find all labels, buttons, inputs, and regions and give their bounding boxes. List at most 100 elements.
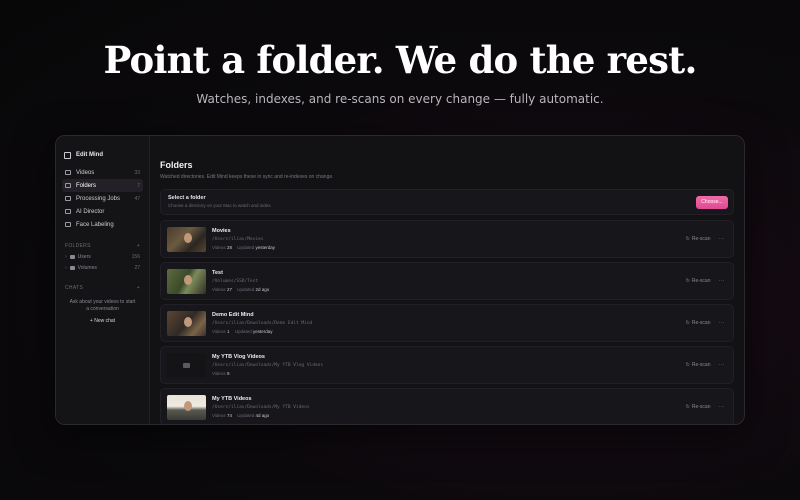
sidebar-item-processing-jobs[interactable]: Processing Jobs 47 bbox=[62, 192, 143, 205]
videos-label: Videos bbox=[212, 329, 226, 334]
updated-value: yesterday bbox=[253, 329, 273, 334]
brand[interactable]: Edit Mind bbox=[62, 148, 143, 162]
folder-row[interactable]: My YTB Vlog Videos/Users/ilias/Downloads… bbox=[160, 346, 734, 384]
select-folder-card: Select a folder Choose a directory on yo… bbox=[160, 189, 734, 215]
more-options-button[interactable]: ··· bbox=[719, 236, 726, 242]
sidebar-item-label: Processing Jobs bbox=[76, 195, 121, 202]
sidebar-item-label: Folders bbox=[76, 182, 97, 189]
more-options-button[interactable]: ··· bbox=[719, 404, 726, 410]
updated-value: yesterday bbox=[255, 245, 276, 250]
sidebar-item-videos[interactable]: Videos 33 bbox=[62, 166, 143, 179]
updated-label: Updated bbox=[234, 329, 252, 334]
videos-label: Videos bbox=[212, 413, 226, 418]
thumbnail-figure bbox=[184, 274, 192, 285]
folder-info: Movies/Users/ilias/Movies Videos 28 Updat… bbox=[212, 228, 727, 250]
sidebar-item-label: Face Labeling bbox=[76, 221, 114, 228]
folder-path: /Users/ilias/Downloads/My YTB Videos bbox=[212, 405, 310, 410]
folder-thumbnail bbox=[167, 226, 206, 252]
rescan-label: Re-scan bbox=[691, 404, 711, 410]
folders-section-header: FOLDERS + bbox=[62, 241, 143, 251]
updated-value: 4d ago bbox=[255, 413, 270, 418]
rescan-label: Re-scan bbox=[691, 278, 711, 284]
more-options-button[interactable]: ··· bbox=[719, 320, 726, 326]
folder-path: /Volumes/SSD/Test bbox=[212, 279, 259, 284]
videos-count: 28 bbox=[226, 245, 232, 250]
chats-section-header: CHATS + bbox=[62, 283, 143, 293]
sidebar-item-count: 7 bbox=[137, 182, 140, 189]
folder-meta: Videos 28 Updated yesterday bbox=[212, 245, 727, 250]
more-options-button[interactable]: ··· bbox=[719, 278, 726, 284]
page-description: Watched directories. Edit Mind keeps the… bbox=[160, 174, 334, 180]
refresh-icon: ↻ bbox=[685, 278, 690, 284]
face-icon bbox=[65, 222, 71, 227]
chevron-right-icon[interactable]: › bbox=[65, 254, 67, 260]
hero-title: Point a folder. We do the rest. bbox=[103, 38, 697, 82]
folder-tree-label: Volumes bbox=[77, 264, 97, 271]
folder-tree-item[interactable]: › Users 156 bbox=[62, 251, 143, 262]
sparkle-icon bbox=[65, 209, 71, 214]
video-icon bbox=[65, 170, 71, 175]
folder-icon bbox=[69, 265, 75, 270]
rescan-label: Re-scan bbox=[691, 320, 711, 326]
chevron-right-icon[interactable]: › bbox=[65, 265, 67, 271]
sidebar-item-ai-director[interactable]: AI Director bbox=[62, 205, 143, 218]
new-chat-button[interactable]: + New chat bbox=[62, 318, 143, 324]
folder-path: /Users/ilias/Downloads/My YTB Vlog Video… bbox=[212, 363, 324, 368]
videos-label: Videos bbox=[212, 287, 226, 292]
main-content: Folders Watched directories. Edit Mind k… bbox=[150, 136, 744, 424]
add-chat-button[interactable]: + bbox=[137, 285, 140, 291]
rescan-label: Re-scan bbox=[691, 362, 711, 368]
rescan-button[interactable]: ↻ Re-scan bbox=[686, 362, 711, 368]
folder-info: Test/Volumes/SSD/Test Videos 27 Updated 2… bbox=[212, 270, 727, 292]
folder-meta: Videos 27 Updated 2d ago bbox=[212, 287, 727, 292]
folder-row[interactable]: Demo Edit Mind/Users/ilias/Downloads/Dem… bbox=[160, 304, 734, 342]
refresh-icon: ↻ bbox=[685, 404, 690, 410]
folder-name: Demo Edit Mind bbox=[212, 312, 254, 318]
folder-thumbnail bbox=[167, 394, 206, 420]
select-folder-description: Choose a directory on your Mac to watch … bbox=[168, 203, 272, 208]
sidebar-item-label: Videos bbox=[76, 169, 95, 176]
folder-icon bbox=[69, 254, 75, 259]
app-logo-icon bbox=[64, 151, 71, 159]
folder-icon bbox=[65, 183, 71, 188]
folder-thumbnail bbox=[167, 352, 206, 378]
select-folder-title: Select a folder bbox=[168, 195, 206, 201]
folder-path: /Users/ilias/Movies bbox=[212, 237, 264, 242]
chats-section-label: CHATS bbox=[65, 285, 84, 291]
sidebar-item-count: 47 bbox=[134, 195, 140, 202]
add-folder-button[interactable]: + bbox=[137, 243, 140, 249]
folder-thumbnail bbox=[167, 268, 206, 294]
folder-tree: › Users 156 › Volumes 27 bbox=[62, 251, 143, 273]
videos-label: Videos bbox=[212, 371, 226, 376]
folder-path: /Users/ilias/Downloads/Demo Edit Mind bbox=[212, 321, 313, 326]
updated-label: Updated bbox=[237, 245, 255, 250]
sidebar-item-count: 33 bbox=[134, 169, 140, 176]
sidebar-item-face-labeling[interactable]: Face Labeling bbox=[62, 218, 143, 231]
folder-row[interactable]: My YTB Videos/Users/ilias/Downloads/My Y… bbox=[160, 388, 734, 424]
folder-name: My YTB Vlog Videos bbox=[212, 354, 265, 360]
row-actions: ↻ Re-scan ··· bbox=[686, 278, 725, 284]
folder-tree-count: 27 bbox=[134, 264, 140, 271]
folder-row[interactable]: Test/Volumes/SSD/Test Videos 27 Updated 2… bbox=[160, 262, 734, 300]
rescan-button[interactable]: ↻ Re-scan bbox=[686, 278, 711, 284]
thumbnail-figure bbox=[184, 232, 192, 243]
folder-name: Movies bbox=[212, 228, 231, 234]
row-actions: ↻ Re-scan ··· bbox=[686, 236, 725, 242]
rescan-button[interactable]: ↻ Re-scan bbox=[686, 320, 711, 326]
sidebar-item-folders[interactable]: Folders 7 bbox=[62, 179, 143, 192]
rescan-label: Re-scan bbox=[691, 236, 711, 242]
sidebar-item-label: AI Director bbox=[76, 208, 105, 215]
updated-value: 2d ago bbox=[255, 287, 270, 292]
thumbnail-figure bbox=[184, 316, 192, 327]
folder-info: My YTB Vlog Videos/Users/ilias/Downloads… bbox=[212, 354, 727, 376]
folder-row[interactable]: Movies/Users/ilias/Movies Videos 28 Updat… bbox=[160, 220, 734, 258]
row-actions: ↻ Re-scan ··· bbox=[686, 404, 725, 410]
rescan-button[interactable]: ↻ Re-scan bbox=[686, 236, 711, 242]
thumbnail-figure bbox=[184, 400, 192, 411]
choose-button[interactable]: Choose... bbox=[696, 196, 728, 209]
folder-tree-item[interactable]: › Volumes 27 bbox=[62, 262, 143, 273]
more-options-button[interactable]: ··· bbox=[719, 362, 726, 368]
rescan-button[interactable]: ↻ Re-scan bbox=[686, 404, 711, 410]
updated-label: Updated bbox=[237, 287, 255, 292]
folder-name: Test bbox=[212, 270, 223, 276]
